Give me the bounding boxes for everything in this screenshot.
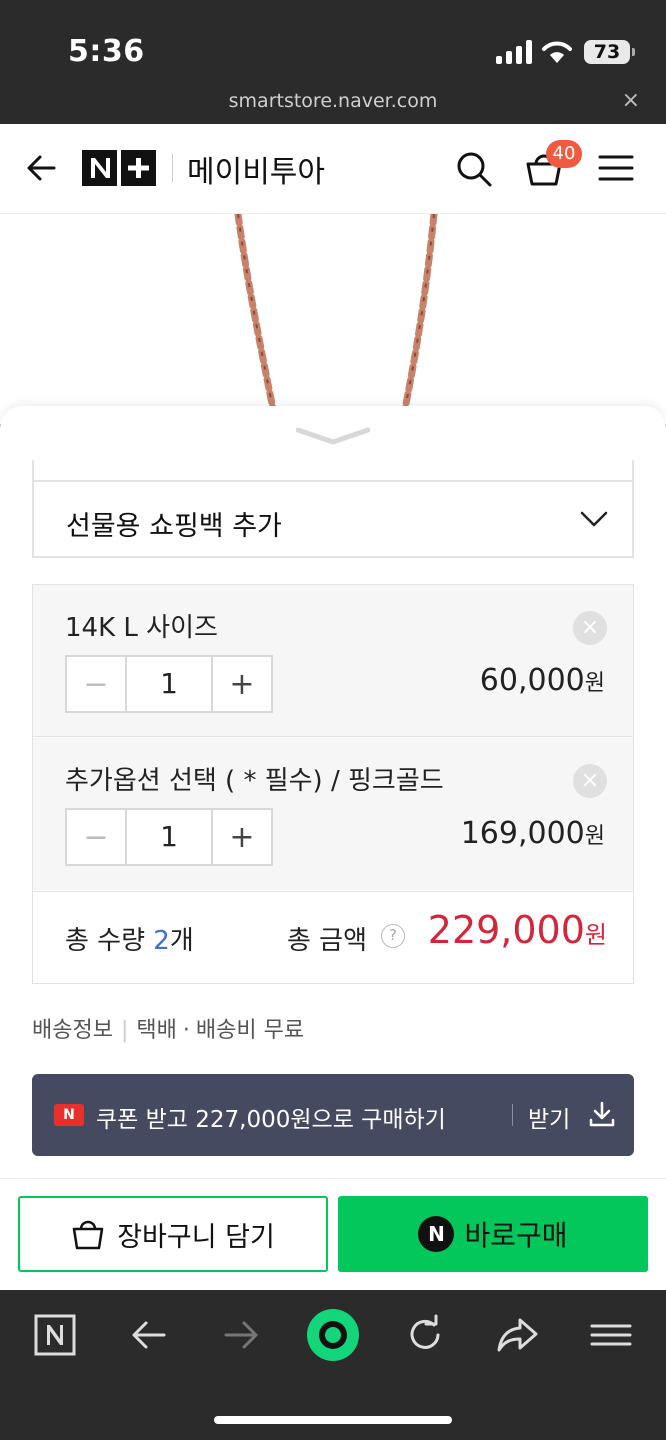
shipping-dot: · xyxy=(182,1018,190,1043)
header-divider xyxy=(172,154,173,182)
gift-bag-option-label: 선물용 쇼핑백 추가 xyxy=(66,511,282,542)
total-amount-currency: 원 xyxy=(584,921,607,949)
coupon-text: 쿠폰 받고 227,000원으로 구매하기 xyxy=(96,1107,446,1133)
increase-qty-button[interactable]: + xyxy=(211,657,271,711)
remove-option-button[interactable]: × xyxy=(573,764,607,798)
share-icon[interactable] xyxy=(496,1314,540,1360)
total-amount: 229,000원 xyxy=(428,908,607,952)
shipping-fee: 배송비 무료 xyxy=(195,1018,305,1043)
naver-green-dot-icon[interactable] xyxy=(306,1308,360,1366)
back-icon[interactable] xyxy=(130,1314,168,1360)
coupon-divider xyxy=(512,1104,513,1126)
naver-n-icon: N xyxy=(418,1216,455,1252)
shipping-info-label: 배송정보 xyxy=(32,1018,113,1043)
shipping-method: 택배 xyxy=(136,1018,177,1043)
purchase-bottom-sheet: 선물용 쇼핑백 추가 14K L 사이즈 × − 1 + 60,000원 추가옵… xyxy=(0,406,666,1290)
url-text[interactable]: smartstore.naver.com xyxy=(0,90,666,112)
coupon-get-button[interactable]: 받기 xyxy=(528,1100,570,1134)
more-menu-icon[interactable] xyxy=(590,1314,632,1360)
previous-select-edge xyxy=(32,460,634,480)
naver-home-icon[interactable] xyxy=(34,1314,76,1360)
battery-icon: 73 xyxy=(584,40,635,64)
back-arrow-icon[interactable] xyxy=(24,150,60,190)
coupon-banner[interactable]: N 쿠폰 받고 227,000원으로 구매하기 받기 xyxy=(32,1074,634,1156)
buy-now-label: 바로구매 xyxy=(464,1219,568,1252)
option-name: 추가옵션 선택 ( * 필수) / 핑크골드 xyxy=(65,766,444,796)
shipping-info-divider: | xyxy=(120,1018,129,1043)
option-name: 14K L 사이즈 xyxy=(65,613,218,643)
option-price-currency: 원 xyxy=(584,671,605,696)
option-price-value: 169,000 xyxy=(460,816,585,851)
status-bar: 5:36 73 xyxy=(0,0,666,82)
quantity-stepper: − 1 + xyxy=(65,655,273,713)
home-indicator[interactable] xyxy=(214,1416,452,1424)
naver-plus-logo[interactable] xyxy=(82,150,156,186)
total-quantity-value: 2 xyxy=(153,926,170,956)
buy-now-button[interactable]: N 바로구매 xyxy=(338,1196,648,1272)
selected-options-box: 14K L 사이즈 × − 1 + 60,000원 추가옵션 선택 ( * 필수… xyxy=(32,584,634,984)
selected-option-item: 14K L 사이즈 × − 1 + 60,000원 xyxy=(33,585,633,737)
refresh-icon[interactable] xyxy=(404,1314,446,1360)
status-time: 5:36 xyxy=(68,34,145,69)
sheet-divider xyxy=(0,1178,666,1179)
product-image xyxy=(0,214,666,424)
option-price: 169,000원 xyxy=(461,816,605,851)
shipping-info: 배송정보 | 택배 · 배송비 무료 xyxy=(32,1012,304,1044)
chevron-down-icon xyxy=(580,510,608,532)
option-price: 60,000원 xyxy=(480,663,605,698)
store-header: 메이비투아 40 xyxy=(0,124,666,214)
wifi-icon xyxy=(540,38,574,68)
total-amount-label: 총 금액 xyxy=(287,926,368,956)
total-quantity-prefix: 총 수량 xyxy=(65,926,154,956)
close-icon[interactable]: × xyxy=(622,88,640,113)
total-amount-value: 229,000 xyxy=(427,908,585,952)
decrease-qty-button[interactable]: − xyxy=(67,810,127,864)
forward-icon[interactable] xyxy=(222,1314,260,1360)
store-name[interactable]: 메이비투아 xyxy=(187,147,325,191)
add-to-cart-label: 장바구니 담기 xyxy=(117,1221,275,1253)
menu-icon[interactable] xyxy=(598,154,634,186)
quantity-stepper: − 1 + xyxy=(65,808,273,866)
help-icon[interactable]: ? xyxy=(381,924,405,948)
quantity-value[interactable]: 1 xyxy=(127,810,211,864)
option-price-currency: 원 xyxy=(584,824,605,849)
add-to-cart-button[interactable]: 장바구니 담기 xyxy=(18,1196,328,1272)
shopping-bag-icon xyxy=(72,1220,104,1250)
total-summary-row: 총 수량 2개 총 금액 ? 229,000원 xyxy=(33,891,633,983)
total-quantity-suffix: 개 xyxy=(169,926,194,956)
total-quantity: 총 수량 2개 xyxy=(65,920,194,957)
browser-toolbar xyxy=(0,1290,666,1440)
cellular-signal-icon xyxy=(496,40,532,64)
option-price-value: 60,000 xyxy=(479,663,585,698)
gift-bag-option-select[interactable]: 선물용 쇼핑백 추가 xyxy=(32,480,634,558)
download-icon[interactable] xyxy=(588,1100,616,1132)
selected-option-item: 추가옵션 선택 ( * 필수) / 핑크골드 × − 1 + 169,000원 xyxy=(33,738,633,890)
npay-icon: N xyxy=(54,1104,84,1126)
remove-option-button[interactable]: × xyxy=(573,611,607,645)
increase-qty-button[interactable]: + xyxy=(211,810,271,864)
quantity-value[interactable]: 1 xyxy=(127,657,211,711)
sheet-collapse-handle-icon[interactable] xyxy=(295,426,371,452)
url-bar[interactable]: smartstore.naver.com × xyxy=(0,82,666,124)
decrease-qty-button[interactable]: − xyxy=(67,657,127,711)
search-icon[interactable] xyxy=(455,150,493,192)
cart-count-badge: 40 xyxy=(546,140,582,168)
